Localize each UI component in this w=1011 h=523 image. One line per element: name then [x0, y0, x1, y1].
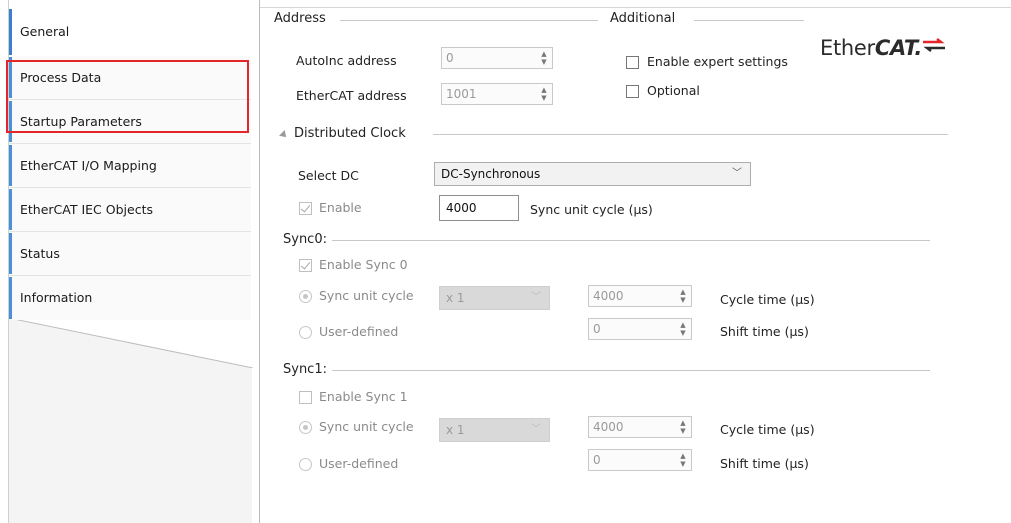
ethercat-logo-arrows-icon [923, 38, 945, 52]
sync0-multiplier-value: x 1 [446, 291, 465, 305]
tab-label: EtherCAT I/O Mapping [20, 158, 157, 173]
tab-accent [9, 277, 12, 319]
enable-sync1-checkbox[interactable] [299, 391, 312, 404]
top-border [260, 7, 1011, 8]
sync1-cycle-time-value: 4000 [593, 420, 624, 434]
logo-prefix: Ether [820, 36, 875, 60]
optional-label: Optional [647, 83, 700, 98]
sync0-multiplier-dropdown[interactable]: x 1 ﹀ [439, 286, 550, 310]
sync-unit-cycle-label: Sync unit cycle (µs) [530, 202, 653, 217]
sync0-shift-time-label: Shift time (µs) [720, 324, 809, 339]
sync1-title: Sync1: [283, 362, 327, 377]
additional-separator [694, 20, 804, 21]
ethercat-logo: EtherCAT. [820, 36, 922, 60]
sync0-title: Sync0: [283, 232, 327, 247]
tab-general[interactable]: General [9, 8, 251, 56]
sync1-multiplier-dropdown[interactable]: x 1 ﹀ [439, 418, 550, 442]
sync-unit-cycle-value: 4000 [446, 201, 477, 215]
select-dc-value: DC-Synchronous [441, 167, 541, 181]
spin-arrows-icon[interactable]: ▲ ▼ [677, 452, 689, 468]
chevron-down-icon: ﹀ [531, 424, 541, 435]
tab-label: General [20, 24, 70, 39]
collapse-triangle-icon[interactable] [279, 130, 289, 140]
sync0-sync-unit-label: Sync unit cycle [319, 288, 414, 303]
highlight-box [6, 60, 249, 133]
tab-label: Information [20, 290, 93, 305]
sync1-user-defined-label: User-defined [319, 456, 399, 471]
tab-ethercat-io-mapping[interactable]: EtherCAT I/O Mapping [9, 144, 251, 188]
select-dc-label: Select DC [298, 168, 359, 183]
tab-accent [9, 145, 12, 186]
chevron-down-icon: ﹀ [732, 168, 742, 179]
select-dc-dropdown[interactable]: DC-Synchronous ﹀ [434, 162, 751, 186]
spin-arrows-icon[interactable]: ▲ ▼ [677, 419, 689, 435]
spin-arrows-icon[interactable]: ▲ ▼ [677, 288, 689, 304]
address-title: Address [274, 11, 326, 26]
distributed-clock-title: Distributed Clock [294, 126, 406, 141]
additional-title: Additional [610, 11, 676, 26]
expert-settings-label: Enable expert settings [647, 54, 788, 69]
sync0-sync-unit-radio[interactable] [299, 290, 312, 303]
sync0-user-defined-label: User-defined [319, 324, 399, 339]
enable-sync0-checkbox[interactable] [299, 259, 312, 272]
sync1-multiplier-value: x 1 [446, 423, 465, 437]
sync1-shift-time-label: Shift time (µs) [720, 456, 809, 471]
sync1-cycle-time-field[interactable]: 4000 ▲ ▼ [588, 416, 692, 438]
tab-information[interactable]: Information [9, 276, 251, 320]
sync1-cycle-time-label: Cycle time (µs) [720, 422, 815, 437]
dc-enable-checkbox[interactable] [299, 202, 312, 215]
enable-sync0-label: Enable Sync 0 [319, 257, 408, 272]
autoinc-address-field[interactable]: 0 ▲ ▼ [441, 47, 553, 69]
sync0-separator [332, 240, 930, 241]
dc-separator [433, 134, 948, 135]
chevron-down-icon: ﹀ [531, 292, 541, 303]
tab-label: Status [20, 246, 60, 261]
dc-enable-label: Enable [319, 200, 362, 215]
sync0-user-defined-radio[interactable] [299, 326, 312, 339]
tab-accent [9, 233, 12, 274]
tab-status[interactable]: Status [9, 232, 251, 276]
expert-settings-checkbox[interactable] [626, 56, 639, 69]
sync0-shift-time-field[interactable]: 0 ▲ ▼ [588, 318, 692, 340]
sync1-sync-unit-label: Sync unit cycle [319, 419, 414, 434]
tab-accent [9, 189, 12, 230]
spin-arrows-icon[interactable]: ▲ ▼ [538, 50, 550, 66]
spin-arrows-icon[interactable]: ▲ ▼ [538, 86, 550, 102]
autoinc-address-label: AutoInc address [296, 53, 397, 68]
autoinc-address-value: 0 [446, 51, 454, 65]
sync1-separator [332, 370, 930, 371]
tab-accent [9, 9, 12, 55]
sync1-shift-time-field[interactable]: 0 ▲ ▼ [588, 449, 692, 471]
sync1-user-defined-radio[interactable] [299, 458, 312, 471]
tab-ethercat-iec-objects[interactable]: EtherCAT IEC Objects [9, 188, 251, 232]
sync1-shift-time-value: 0 [593, 453, 601, 467]
tab-strip-slant [9, 318, 253, 368]
sync1-sync-unit-radio[interactable] [299, 421, 312, 434]
enable-sync1-label: Enable Sync 1 [319, 389, 408, 404]
sync0-shift-time-value: 0 [593, 322, 601, 336]
tab-label: EtherCAT IEC Objects [20, 202, 153, 217]
sync-unit-cycle-input[interactable]: 4000 [439, 195, 519, 221]
optional-checkbox[interactable] [626, 85, 639, 98]
spin-arrows-icon[interactable]: ▲ ▼ [677, 321, 689, 337]
address-separator [340, 20, 598, 21]
ethercat-address-label: EtherCAT address [296, 88, 407, 103]
sync0-cycle-time-value: 4000 [593, 289, 624, 303]
logo-bold: CAT [874, 36, 915, 60]
sync0-cycle-time-label: Cycle time (µs) [720, 292, 815, 307]
ethercat-address-value: 1001 [446, 87, 477, 101]
sync0-cycle-time-field[interactable]: 4000 ▲ ▼ [588, 285, 692, 307]
ethercat-address-field[interactable]: 1001 ▲ ▼ [441, 83, 553, 105]
